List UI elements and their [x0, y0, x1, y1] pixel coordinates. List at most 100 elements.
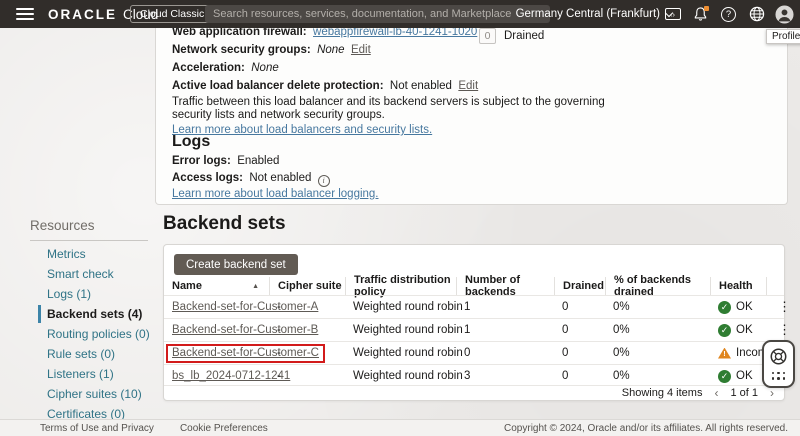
status-warning-icon: ! [718, 348, 731, 359]
backends-cell: 0 [456, 347, 554, 359]
language-button[interactable] [747, 5, 766, 24]
pct-drained-cell: 0% [605, 324, 710, 336]
next-page-icon[interactable]: › [770, 387, 774, 399]
health-cell: ! Incomplete [710, 347, 766, 359]
delete-protection-edit-link[interactable]: Edit [458, 80, 478, 92]
cookie-preferences-link[interactable]: Cookie Preferences [180, 423, 268, 434]
sidebar-item-rule-sets[interactable]: Rule sets (0) [47, 348, 150, 360]
region-label: Germany Central (Frankfurt) [516, 8, 660, 20]
waf-label: Web application firewall: [172, 28, 307, 38]
health-cell: ✓ OK [710, 370, 766, 383]
drained-cell: 0 [554, 324, 605, 336]
backends-cell: 3 [456, 370, 554, 382]
row-actions-menu-icon[interactable]: ⋮ [774, 300, 795, 313]
create-backend-set-button[interactable]: Create backend set [174, 254, 298, 275]
traffic-note-line1: Traffic between this load balancer and i… [172, 96, 605, 108]
policy-cell: Weighted round robin [345, 347, 456, 359]
column-header-traffic-policy[interactable]: Traffic distribution policy [345, 277, 456, 295]
pct-drained-cell: 0% [605, 301, 710, 313]
sidebar-divider [30, 240, 148, 241]
status-ok-icon: ✓ [718, 370, 731, 383]
notifications-button[interactable] [691, 5, 710, 24]
policy-cell: Weighted round robin [345, 370, 456, 382]
column-header-cipher-suite[interactable]: Cipher suite [269, 277, 345, 295]
cipher-cell: - [269, 370, 345, 382]
sidebar-item-backend-sets[interactable]: Backend sets (4) [47, 308, 150, 320]
access-logs-value: Not enabled [249, 172, 311, 184]
question-mark-icon: ? [721, 7, 736, 22]
sidebar-item-routing-policies[interactable]: Routing policies (0) [47, 328, 150, 340]
health-cell: ✓ OK [710, 301, 766, 314]
globe-icon [749, 6, 765, 22]
column-header-pct-drained[interactable]: % of backends drained [605, 277, 710, 295]
sidebar-item-metrics[interactable]: Metrics [47, 248, 150, 260]
info-icon[interactable]: i [318, 175, 330, 187]
sidebar-list: Metrics Smart check Logs (1) Backend set… [47, 248, 150, 420]
drained-cell: 0 [554, 301, 605, 313]
logging-learn-more-link[interactable]: Learn more about load balancer logging. [172, 188, 379, 200]
access-logs-label: Access logs: [172, 172, 243, 184]
column-header-health[interactable]: Health [710, 277, 766, 295]
column-header-number-of-backends[interactable]: Number of backends [456, 277, 554, 295]
traffic-note-line2: security lists and network security grou… [172, 109, 385, 121]
code-icon: ‹› [665, 8, 681, 20]
health-status-text: OK [736, 324, 753, 336]
row-actions-menu-icon[interactable]: ⋮ [774, 323, 795, 336]
drained-metric: 0 Drained [479, 28, 544, 44]
region-selector[interactable]: Germany Central (Frankfurt) [516, 0, 672, 28]
search-input[interactable] [205, 5, 550, 23]
column-header-drained[interactable]: Drained [554, 277, 605, 295]
page-indicator: 1 of 1 [730, 387, 758, 399]
top-navigation-bar: ORACLE Cloud Cloud Classic › Germany Cen… [0, 0, 800, 28]
app-grid-icon[interactable] [772, 372, 786, 381]
notification-badge [704, 6, 709, 11]
error-logs-row: Error logs: Enabled [172, 155, 279, 167]
profile-button[interactable] [775, 5, 794, 24]
page-footer: Terms of Use and Privacy Cookie Preferen… [0, 419, 800, 436]
oci-console-page: ORACLE Cloud Cloud Classic › Germany Cen… [0, 0, 800, 436]
policy-cell: Weighted round robin [345, 301, 456, 313]
security-lists-learn-more-link[interactable]: Learn more about load balancers and secu… [172, 124, 432, 136]
sidebar-item-smart-check[interactable]: Smart check [47, 268, 150, 280]
drained-count: 0 [479, 28, 496, 44]
health-status-text: OK [736, 370, 753, 382]
delete-protection-row: Active load balancer delete protection: … [172, 80, 478, 92]
showing-items-text: Showing 4 items [622, 387, 703, 399]
nsg-edit-link[interactable]: Edit [351, 44, 371, 56]
policy-cell: Weighted round robin [345, 324, 456, 336]
sort-ascending-icon[interactable]: ▲ [252, 283, 259, 290]
cloud-classic-label: Cloud Classic [140, 8, 204, 20]
pct-drained-cell: 0% [605, 347, 710, 359]
status-ok-icon: ✓ [718, 301, 731, 314]
logs-heading: Logs [172, 133, 210, 151]
sidebar-item-cipher-suites[interactable]: Cipher suites (10) [47, 388, 150, 400]
nsg-row: Network security groups: None Edit [172, 44, 371, 56]
help-lifering-button[interactable] [769, 347, 788, 366]
hamburger-menu-icon[interactable] [16, 8, 34, 20]
backends-cell: 1 [456, 324, 554, 336]
table-header-row: Name ▲ Cipher suite Traffic distribution… [164, 277, 784, 295]
backend-sets-table-card: Create backend set Name ▲ Cipher suite T… [163, 244, 785, 401]
table-row-highlighted: Backend-set-for-Customer-C - Weighted ro… [164, 341, 784, 364]
health-status-text: OK [736, 301, 753, 313]
lifering-icon [769, 347, 788, 366]
table-row: Backend-set-for-Customer-B - Weighted ro… [164, 318, 784, 341]
previous-page-icon[interactable]: ‹ [714, 387, 718, 399]
table-pagination: Showing 4 items ‹ 1 of 1 › [164, 385, 784, 400]
cipher-cell: - [269, 347, 345, 359]
error-logs-label: Error logs: [172, 155, 231, 167]
cipher-cell: - [269, 301, 345, 313]
drained-label: Drained [504, 30, 544, 42]
sidebar-item-listeners[interactable]: Listeners (1) [47, 368, 150, 380]
pct-drained-cell: 0% [605, 370, 710, 382]
sidebar-item-logs[interactable]: Logs (1) [47, 288, 150, 300]
developer-tools-button[interactable]: ‹› [663, 5, 682, 24]
terms-link[interactable]: Terms of Use and Privacy [40, 423, 154, 434]
table-body: Backend-set-for-Customer-A - Weighted ro… [164, 295, 784, 387]
waf-link[interactable]: webappfirewall-lb-40-1241-1020 [313, 28, 477, 38]
access-logs-row: Access logs: Not enabled i [172, 172, 330, 187]
column-header-name[interactable]: Name ▲ [164, 277, 269, 295]
help-button[interactable]: ? [719, 5, 738, 24]
assistant-floating-widget [762, 340, 795, 388]
brand-oracle: ORACLE [48, 7, 117, 22]
